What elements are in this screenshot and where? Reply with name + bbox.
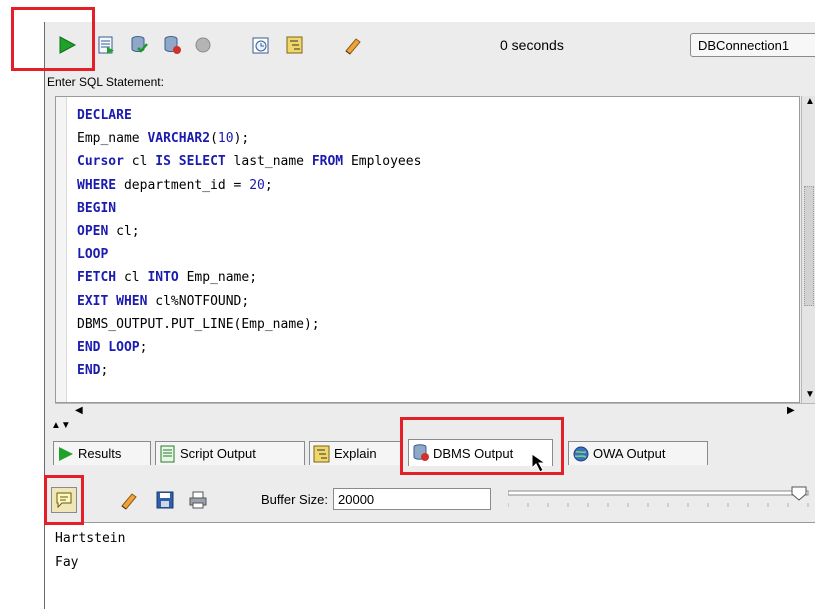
editor-gutter [56,97,67,402]
code-line: BEGIN [77,197,421,220]
run-icon [59,446,73,461]
sql-text: Emp_name; [178,270,258,286]
sql-keyword: DECLARE [77,108,132,123]
sql-keyword: 20 [249,177,265,193]
sql-keyword: EXIT WHEN [77,293,148,309]
scroll-up-icon[interactable]: ▲ [805,96,815,107]
tab-results[interactable]: Results [53,441,151,465]
tab-owa-output[interactable]: OWA Output [568,441,708,465]
sql-text: Employees [343,154,422,170]
sql-text: ; [139,340,148,356]
sql-history-icon[interactable] [250,34,272,56]
clear-output-icon[interactable] [118,489,140,511]
print-icon[interactable] [187,489,209,511]
code-line: WHERE department_id = 20; [77,174,421,197]
buffer-size-input[interactable]: 20000 [333,488,491,510]
output-line: Fay [55,555,79,570]
splitter-arrows-icon[interactable]: ▲▼ [51,420,71,431]
sql-editor[interactable]: DECLARE Emp_name VARCHAR2(10); Cursor cl I… [55,96,800,403]
dbms-output-icon [413,444,429,461]
sql-text: ; [264,177,273,193]
code-line: FETCH cl INTO Emp_name; [77,266,421,289]
result-tabs: Results Script Output Explain DBMS Outpu… [45,435,815,475]
sql-keyword: LOOP [77,247,109,263]
clear-icon[interactable] [342,34,364,56]
sql-statement-label: Enter SQL Statement: [47,75,164,89]
tab-label: Script Output [180,446,256,461]
sql-keyword: Cursor [77,154,124,170]
sql-code: DECLARE Emp_name VARCHAR2(10); Cursor cl I… [77,104,421,382]
elapsed-time: 0 seconds [500,37,564,53]
mouse-cursor-icon [531,453,547,473]
sql-text: last_name [225,154,312,170]
tab-label: Explain [334,446,377,461]
run-script-icon[interactable] [95,34,117,56]
script-icon [160,445,175,462]
sql-keyword: IS SELECT [155,154,226,170]
tab-label: OWA Output [593,446,666,461]
worksheet-toolbar: 0 seconds DBConnection1 [45,22,815,70]
sql-text: cl; [108,224,140,240]
speech-bubble-icon [56,492,72,509]
sql-text: DBMS_OUTPUT.PUT_LINE(Emp_name); [77,316,320,332]
code-line: Emp_name VARCHAR2(10); [77,127,421,150]
code-line: Cursor cl IS SELECT last_name FROM Emplo… [77,150,421,173]
sql-keyword: 10 [217,131,234,147]
explain-plan-icon[interactable] [284,34,306,56]
editor-vertical-scrollbar[interactable]: ▲ ▼ [801,96,815,403]
code-line: DECLARE [77,104,421,127]
connection-select[interactable]: DBConnection1 [690,33,815,57]
sql-text: ( [210,131,218,147]
dbms-output-text: Hartstein Fay [45,522,815,609]
output-line: Hartstein [55,531,126,546]
tab-label: DBMS Output [433,445,514,461]
sql-keyword: END [77,363,101,379]
editor-horizontal-scrollbar[interactable]: ◀ ▶ [55,403,815,420]
tab-explain[interactable]: Explain [309,441,401,465]
scrollbar-thumb[interactable] [804,186,814,306]
enable-dbms-output-button[interactable] [51,487,77,513]
sql-text: department_id = [116,177,250,193]
tab-script-output[interactable]: Script Output [155,441,305,465]
scroll-right-icon[interactable]: ▶ [787,405,795,416]
commit-icon[interactable] [128,34,150,56]
sql-keyword: BEGIN [77,200,117,216]
sql-keyword: FETCH [77,270,117,286]
dbms-output-toolbar: Buffer Size: 20000 [45,478,815,520]
owa-output-icon [573,446,589,461]
code-line: DBMS_OUTPUT.PUT_LINE(Emp_name); [77,313,421,336]
sql-keyword: END LOOP [77,340,140,356]
sql-keyword: INTO [147,270,179,286]
scroll-down-icon[interactable]: ▼ [805,389,815,400]
scroll-left-icon[interactable]: ◀ [75,405,83,416]
save-icon[interactable] [154,489,176,511]
sql-text: Emp_name [77,131,148,147]
code-line: END LOOP; [77,336,421,359]
sql-keyword: OPEN [77,224,109,240]
code-line: LOOP [77,243,421,266]
explain-icon [313,445,330,462]
tab-label: Results [78,446,122,461]
sql-text: ); [233,131,250,147]
sql-text: ; [100,363,109,379]
rollback-icon[interactable] [161,34,183,56]
run-statement-icon[interactable] [56,34,78,56]
buffer-size-slider[interactable] [508,486,815,516]
sql-keyword: VARCHAR2 [147,131,211,147]
sql-worksheet: 0 seconds DBConnection1 Enter SQL Statem… [44,22,815,609]
buffer-size-label: Buffer Size: [261,492,328,507]
code-line: END; [77,359,421,382]
sql-text: cl [123,154,156,170]
code-line: OPEN cl; [77,220,421,243]
sql-text: cl [116,270,148,286]
code-line: EXIT WHEN cl%NOTFOUND; [77,290,421,313]
sql-text: cl%NOTFOUND; [147,293,250,309]
sql-keyword: FROM [311,154,344,170]
cancel-icon[interactable] [192,34,214,56]
sql-keyword: WHERE [77,177,117,193]
